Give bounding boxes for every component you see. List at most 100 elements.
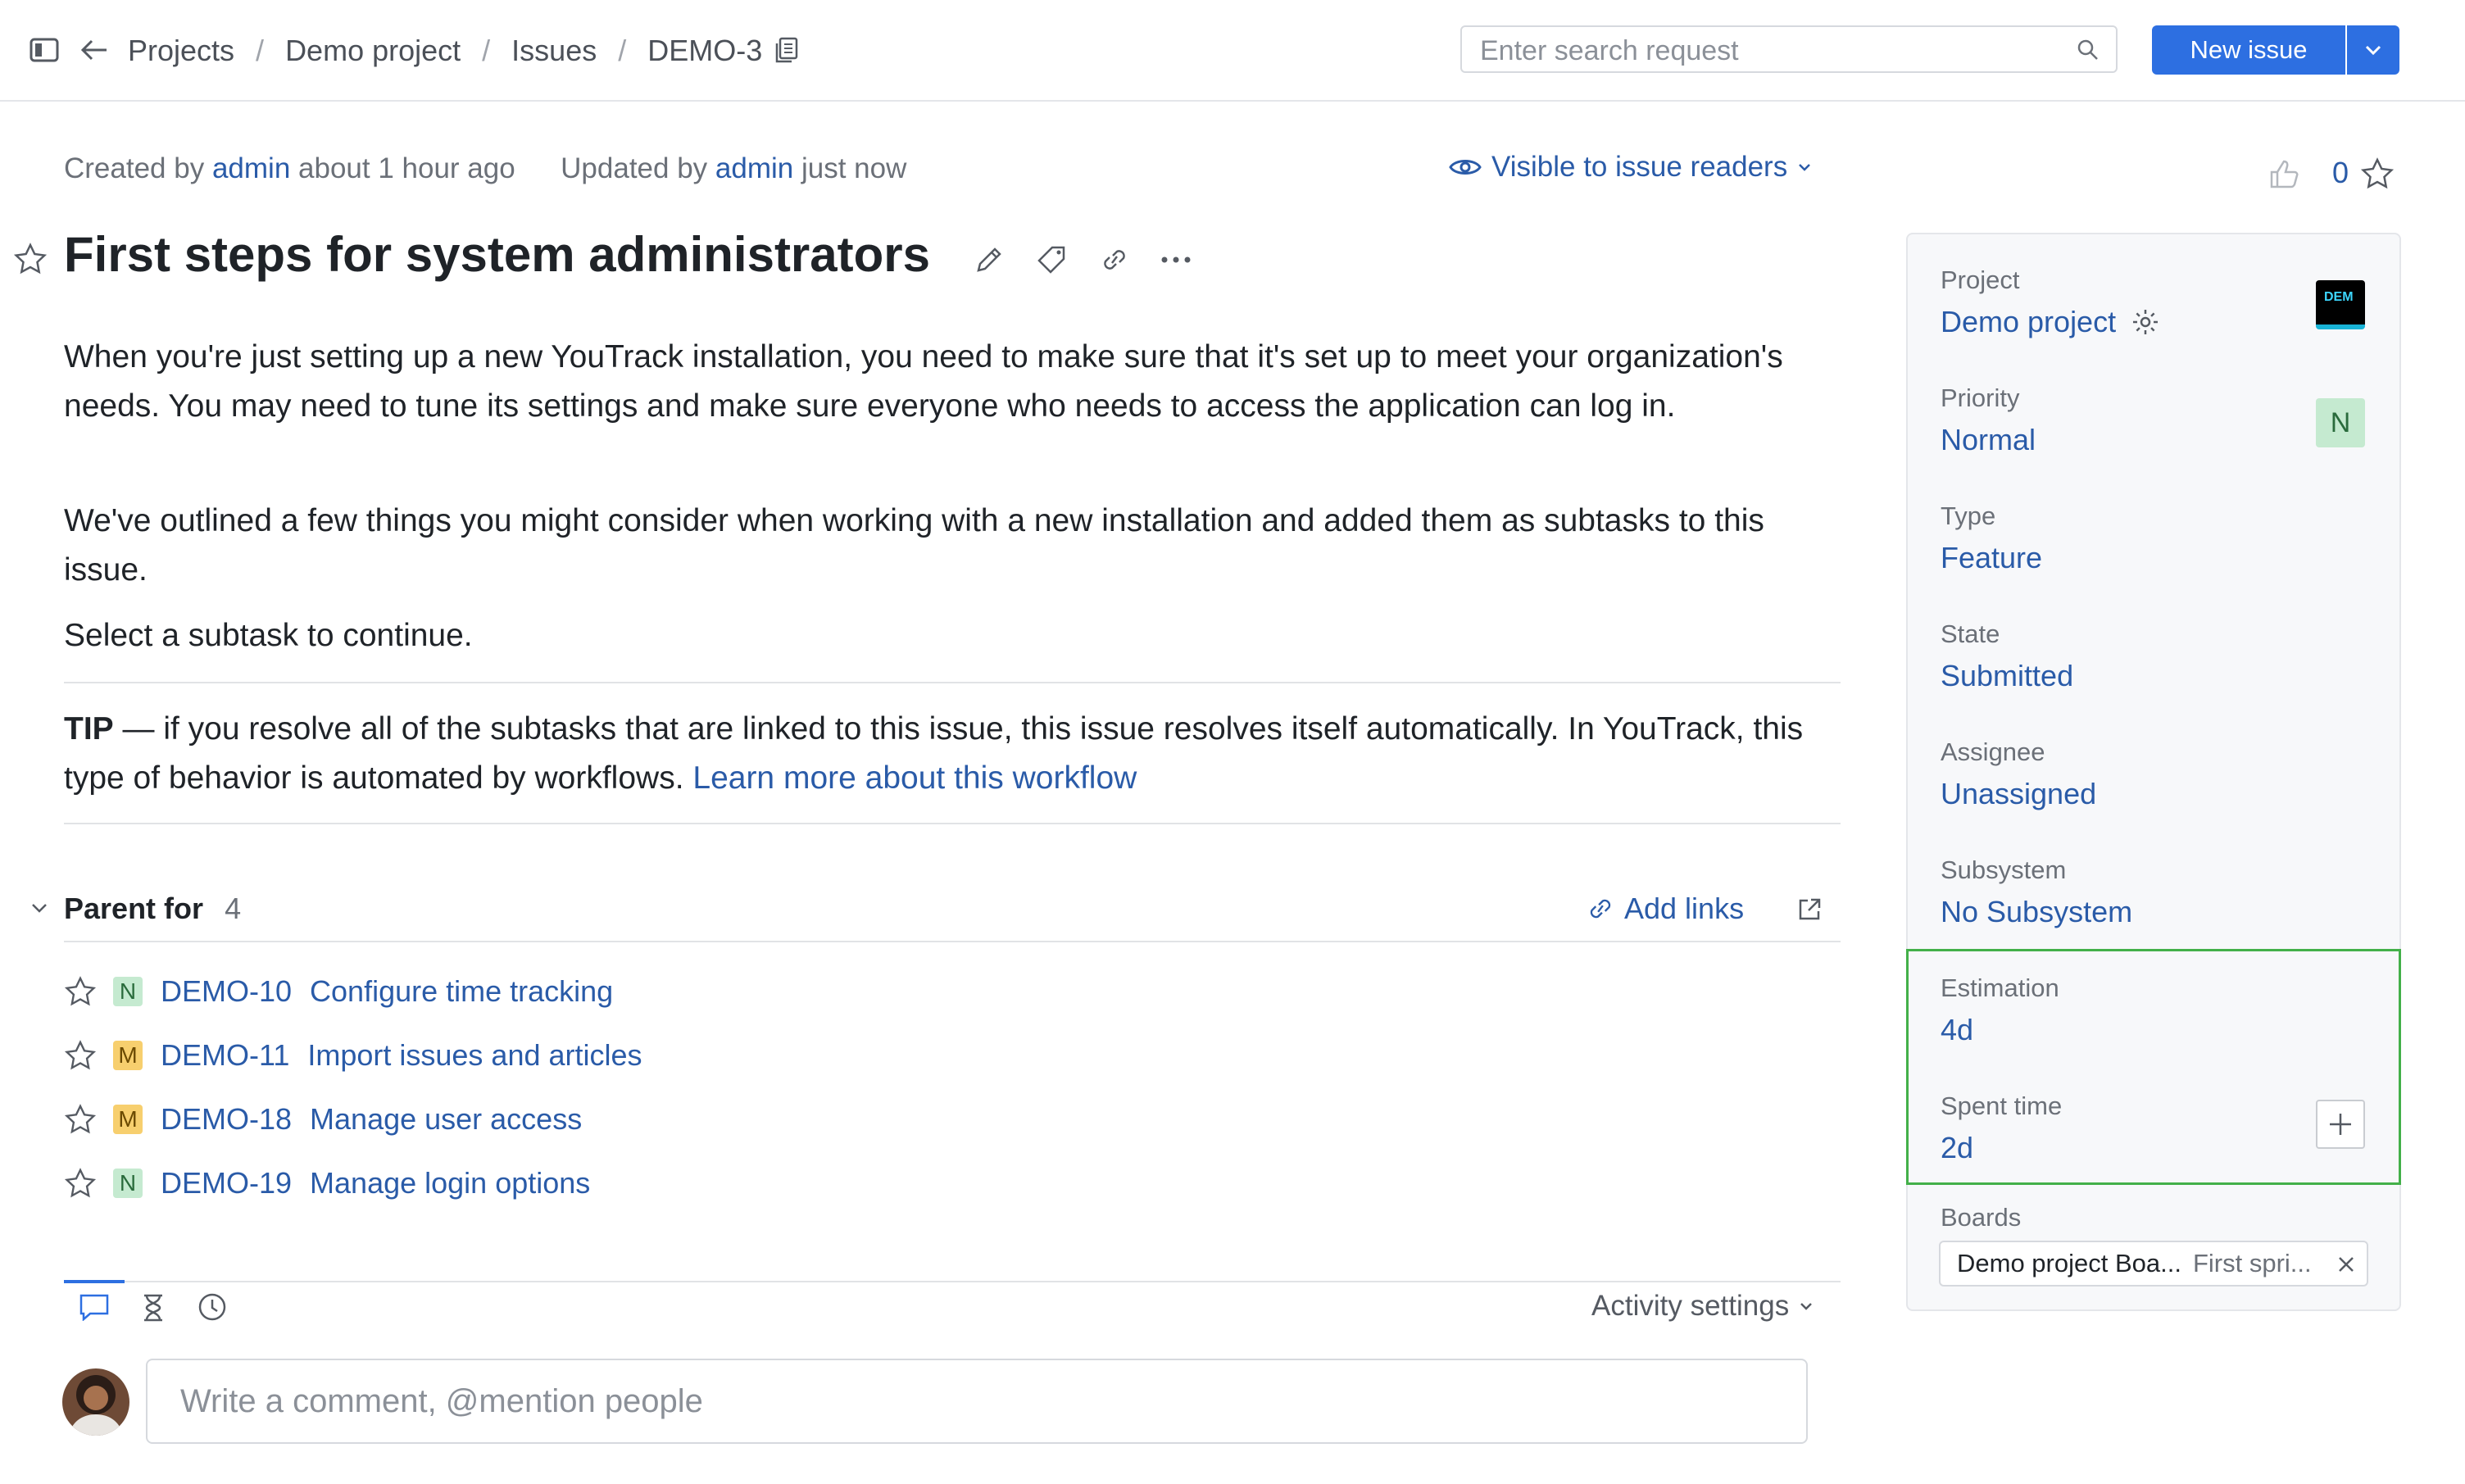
priority-badge: M [113,1041,143,1070]
field-label-priority: Priority [1941,383,2020,412]
top-bar: Projects / Demo project / Issues / DEMO-… [0,0,2465,102]
field-label-boards: Boards [1941,1203,2022,1232]
chevron-down-icon [1799,1301,1814,1311]
priority-badge: N [113,1169,143,1198]
comment-icon [79,1293,110,1321]
field-type[interactable]: Feature [1941,541,2042,575]
add-links-button[interactable]: Add links [1585,892,1744,926]
tip-paragraph: TIP — if you resolve all of the subtasks… [64,705,1850,803]
visibility-selector[interactable]: Visible to issue readers [1449,151,1812,184]
description-paragraph: When you're just setting up a new YouTra… [64,339,1783,424]
star-icon[interactable] [64,976,97,1007]
activity-tab-comments[interactable] [64,1280,125,1326]
new-issue-dropdown-button[interactable] [2347,25,2399,75]
field-label-spent-time: Spent time [1941,1091,2063,1120]
field-project[interactable]: Demo project [1941,305,2160,339]
workflow-docs-link[interactable]: Learn more about this workflow [692,760,1137,796]
updated-time: just now [801,152,907,184]
eye-icon [1449,156,1482,179]
field-label-type: Type [1941,501,1996,530]
parent-for-count: 4 [225,892,242,925]
open-external-icon[interactable] [1796,896,1823,923]
board-chip[interactable]: Demo project Boa... First spri... [1939,1241,2368,1287]
divider [64,1281,1841,1282]
breadcrumb-demo-project[interactable]: Demo project [285,34,461,68]
subtask-row[interactable]: N DEMO-10 Configure time tracking [64,967,613,1016]
search-icon[interactable] [2077,39,2100,61]
field-spent-time[interactable]: 2d [1941,1131,1973,1165]
project-logo-text: DEM [2324,290,2354,304]
activity-settings-label: Activity settings [1591,1290,1790,1322]
collapse-chevron-icon[interactable] [30,901,49,914]
priority-badge: M [113,1105,143,1134]
hourglass-icon [141,1293,166,1323]
subtask-summary-link[interactable]: Manage login options [310,1166,590,1200]
project-logo: DEM [2316,280,2365,329]
breadcrumb-issue-id[interactable]: DEMO-3 [647,34,762,68]
activity-settings-dropdown[interactable]: Activity settings [1591,1290,1814,1323]
search-input[interactable]: Enter search request [1460,25,2118,73]
avatar[interactable] [62,1368,129,1436]
issue-title: First steps for system administrators [64,227,931,282]
star-icon[interactable] [64,1168,97,1199]
subtask-summary-link[interactable]: Manage user access [310,1102,582,1137]
field-estimation[interactable]: 4d [1941,1013,1973,1047]
description-paragraph: We've outlined a few things you might co… [64,503,1764,588]
tag-icon[interactable] [1036,244,1069,275]
field-state[interactable]: Submitted [1941,659,2073,693]
breadcrumb: Projects / Demo project / Issues / DEMO-… [128,28,798,74]
back-arrow-icon[interactable] [80,38,108,62]
more-actions-icon[interactable] [1160,256,1192,264]
field-label-state: State [1941,619,2000,648]
parent-for-header: Parent for 4 [64,892,241,926]
created-by-user-link[interactable]: admin [212,152,290,184]
add-links-label: Add links [1624,892,1745,925]
link-icon[interactable] [1098,244,1131,275]
star-icon[interactable] [64,1040,97,1071]
updated-by-user-link[interactable]: admin [715,152,793,184]
subtask-row[interactable]: M DEMO-18 Manage user access [64,1095,582,1144]
clock-icon [197,1291,228,1323]
subtask-id-link[interactable]: DEMO-11 [161,1038,289,1073]
add-spent-time-button[interactable] [2316,1100,2365,1149]
divider [64,941,1841,942]
plus-icon [2327,1111,2354,1137]
updated-label: Updated by [561,152,708,184]
divider [64,682,1841,683]
close-icon[interactable] [2337,1255,2355,1273]
subtask-id-link[interactable]: DEMO-10 [161,974,292,1009]
activity-tab-history[interactable] [197,1291,228,1323]
search-placeholder: Enter search request [1480,35,1739,66]
new-issue-button[interactable]: New issue [2152,25,2345,75]
comment-input[interactable]: Write a comment, @mention people [146,1359,1808,1444]
comment-placeholder: Write a comment, @mention people [180,1383,703,1419]
priority-badge: N [2316,398,2365,447]
breadcrumb-issues[interactable]: Issues [511,34,597,68]
field-priority[interactable]: Normal [1941,423,2036,457]
copy-icon[interactable] [774,37,798,65]
subtask-summary-link[interactable]: Import issues and articles [307,1038,642,1073]
field-subsystem[interactable]: No Subsystem [1941,895,2132,929]
tip-label: TIP [64,711,114,747]
gear-icon[interactable] [2131,307,2160,337]
star-icon[interactable] [13,243,48,275]
visibility-label: Visible to issue readers [1491,151,1788,183]
field-label-project: Project [1941,265,2020,294]
thumbs-up-icon[interactable] [2268,159,2299,188]
field-assignee[interactable]: Unassigned [1941,777,2096,811]
subtask-id-link[interactable]: DEMO-18 [161,1102,292,1137]
activity-tab-time[interactable] [141,1293,166,1323]
description-paragraph: Select a subtask to continue. [64,618,473,653]
vote-count: 0 [2332,156,2349,189]
subtask-row[interactable]: M DEMO-11 Import issues and articles [64,1031,642,1080]
star-icon[interactable] [64,1104,97,1135]
field-label-subsystem: Subsystem [1941,855,2067,884]
breadcrumb-projects[interactable]: Projects [128,34,234,68]
project-value: Demo project [1941,305,2117,338]
edit-pencil-icon[interactable] [974,244,1005,275]
subtask-row[interactable]: N DEMO-19 Manage login options [64,1159,590,1208]
star-icon[interactable] [2360,157,2395,190]
subtask-summary-link[interactable]: Configure time tracking [310,974,613,1009]
sidebar-toggle-icon[interactable] [30,38,59,62]
subtask-id-link[interactable]: DEMO-19 [161,1166,292,1200]
